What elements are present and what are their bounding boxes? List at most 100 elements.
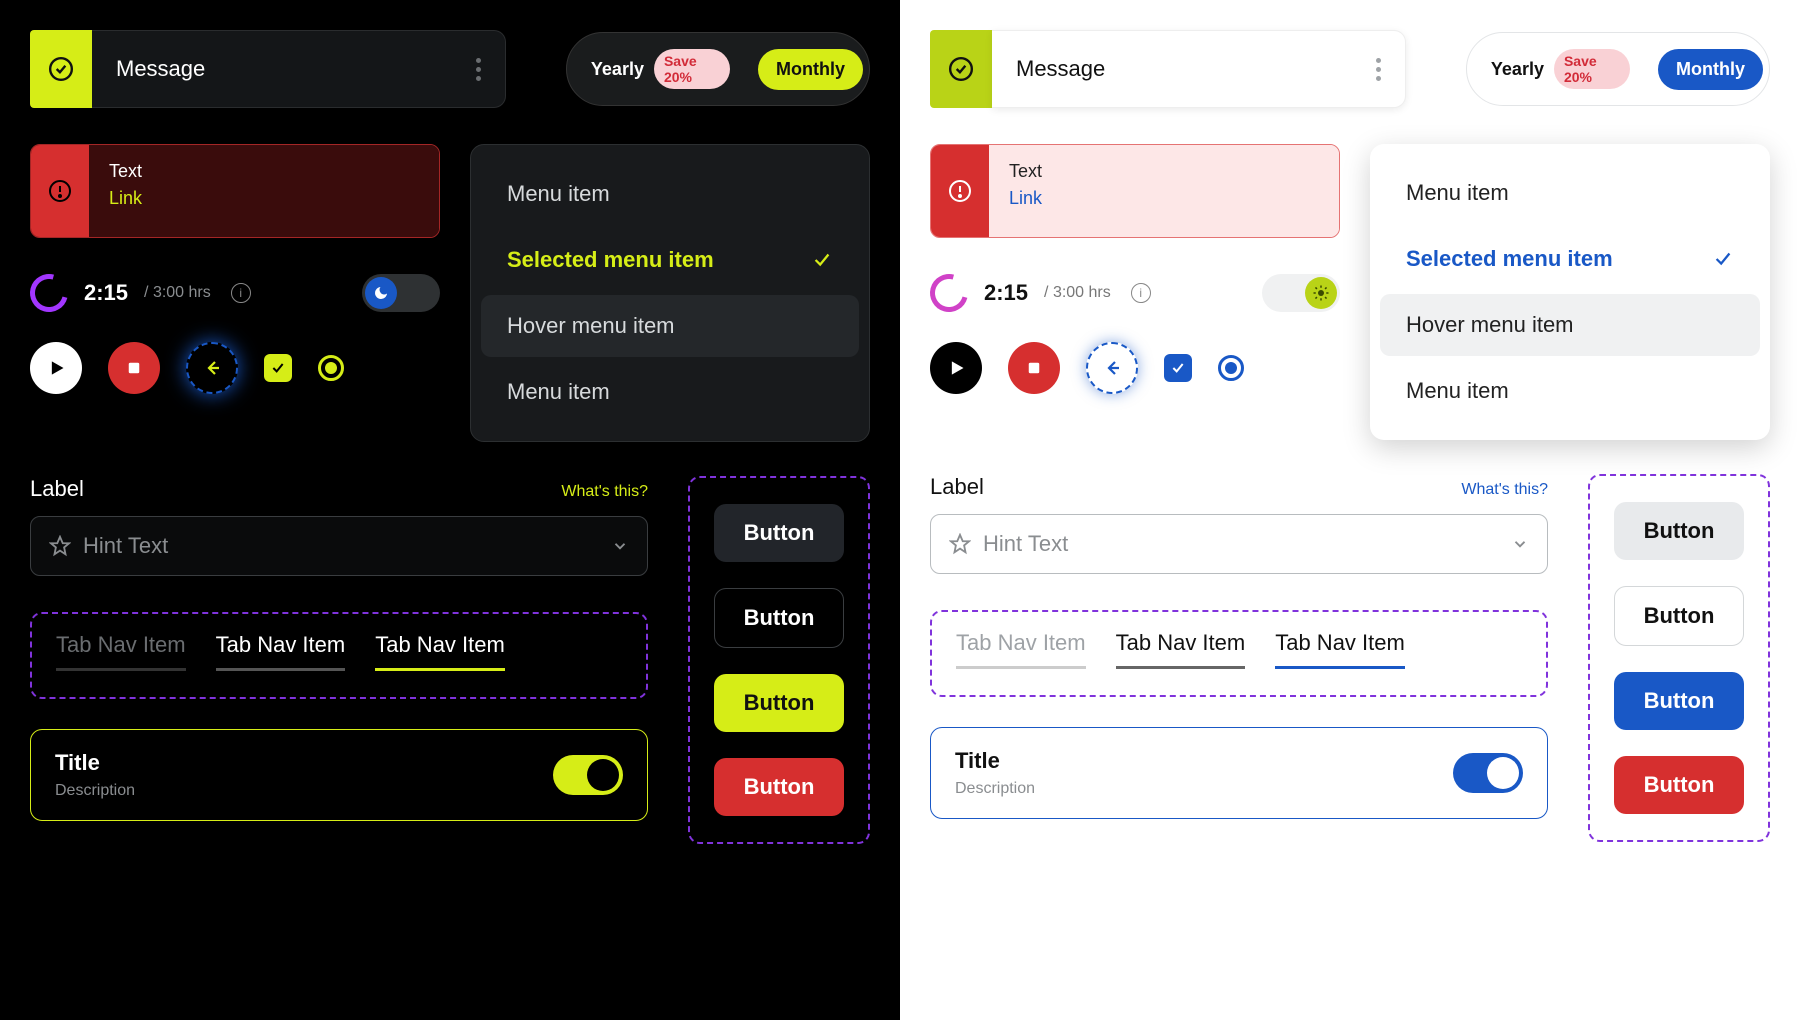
tab-item[interactable]: Tab Nav Item xyxy=(1116,630,1246,669)
billing-yearly-option[interactable]: Yearly Save 20% xyxy=(1473,39,1648,99)
timer-total: / 3:00 hrs xyxy=(1044,284,1111,302)
menu-item-label: Menu item xyxy=(1406,378,1509,404)
stop-button[interactable] xyxy=(108,342,160,394)
radio-selected[interactable] xyxy=(1218,355,1244,381)
button-danger[interactable]: Button xyxy=(1614,756,1744,814)
kebab-menu-icon[interactable] xyxy=(476,58,481,81)
menu-item-label: Hover menu item xyxy=(1406,312,1574,338)
alert-circle-icon xyxy=(31,145,89,237)
tab-item[interactable]: Tab Nav Item xyxy=(56,632,186,671)
alert-circle-icon xyxy=(931,145,989,237)
message-label: Message xyxy=(116,56,205,82)
placeholder-text: Hint Text xyxy=(983,531,1068,557)
play-button[interactable] xyxy=(930,342,982,394)
sun-icon xyxy=(1305,277,1337,309)
kebab-menu-icon[interactable] xyxy=(1376,58,1381,81)
star-icon xyxy=(49,535,71,557)
menu-item-hover[interactable]: Hover menu item xyxy=(481,295,859,357)
monthly-label: Monthly xyxy=(776,59,845,80)
yearly-label: Yearly xyxy=(591,59,644,80)
billing-toggle: Yearly Save 20% Monthly xyxy=(1466,32,1770,106)
progress-spinner-icon xyxy=(23,267,75,319)
yearly-label: Yearly xyxy=(1491,59,1544,80)
hint-link[interactable]: What's this? xyxy=(1461,481,1548,499)
menu-item-label: Menu item xyxy=(507,181,610,207)
button-secondary[interactable]: Button xyxy=(1614,502,1744,560)
select-input[interactable]: Hint Text xyxy=(930,514,1548,574)
radio-selected[interactable] xyxy=(318,355,344,381)
menu-item[interactable]: Menu item xyxy=(481,163,859,225)
hint-link[interactable]: What's this? xyxy=(561,483,648,501)
play-button[interactable] xyxy=(30,342,82,394)
button-outline[interactable]: Button xyxy=(714,588,844,648)
monthly-label: Monthly xyxy=(1676,59,1745,80)
button-variants-group: Button Button Button Button xyxy=(1588,474,1770,842)
field-label: Label xyxy=(30,476,84,502)
dropdown-menu: Menu item Selected menu item Hover menu … xyxy=(470,144,870,442)
tab-item-active[interactable]: Tab Nav Item xyxy=(375,632,505,671)
toggle-on[interactable] xyxy=(553,755,623,795)
timer-elapsed: 2:15 xyxy=(84,280,128,306)
message-label: Message xyxy=(1016,56,1105,82)
info-icon[interactable]: i xyxy=(1131,283,1151,303)
alert-text: Text xyxy=(109,161,419,182)
menu-item-label: Menu item xyxy=(507,379,610,405)
billing-toggle: Yearly Save 20% Monthly xyxy=(566,32,870,106)
info-icon[interactable]: i xyxy=(231,283,251,303)
tab-nav: Tab Nav Item Tab Nav Item Tab Nav Item xyxy=(30,612,648,699)
menu-item-selected[interactable]: Selected menu item xyxy=(481,229,859,291)
menu-item-label: Selected menu item xyxy=(1406,246,1613,272)
menu-item-label: Hover menu item xyxy=(507,313,675,339)
error-alert: Text Link xyxy=(30,144,440,238)
button-primary[interactable]: Button xyxy=(1614,672,1744,730)
save-badge: Save 20% xyxy=(1554,49,1630,89)
button-variants-group: Button Button Button Button xyxy=(688,476,870,844)
button-primary[interactable]: Button xyxy=(714,674,844,732)
error-alert: Text Link xyxy=(930,144,1340,238)
timer-elapsed: 2:15 xyxy=(984,280,1028,306)
checkbox-checked[interactable] xyxy=(1164,354,1192,382)
card-title: Title xyxy=(55,750,135,776)
select-input[interactable]: Hint Text xyxy=(30,516,648,576)
billing-monthly-option[interactable]: Monthly xyxy=(1658,49,1763,90)
checkbox-checked[interactable] xyxy=(264,354,292,382)
button-danger[interactable]: Button xyxy=(714,758,844,816)
card-description: Description xyxy=(955,780,1035,798)
stop-button[interactable] xyxy=(1008,342,1060,394)
button-outline[interactable]: Button xyxy=(1614,586,1744,646)
billing-yearly-option[interactable]: Yearly Save 20% xyxy=(573,39,748,99)
check-circle-icon xyxy=(30,30,92,108)
message-bar: Message xyxy=(30,30,506,108)
menu-item[interactable]: Menu item xyxy=(1380,162,1760,224)
dropdown-menu: Menu item Selected menu item Hover menu … xyxy=(1370,144,1770,440)
menu-item-label: Selected menu item xyxy=(507,247,714,273)
save-badge: Save 20% xyxy=(654,49,730,89)
settings-card: Title Description xyxy=(30,729,648,821)
menu-item[interactable]: Menu item xyxy=(1380,360,1760,422)
menu-item-label: Menu item xyxy=(1406,180,1509,206)
button-secondary[interactable]: Button xyxy=(714,504,844,562)
card-title: Title xyxy=(955,748,1035,774)
back-button[interactable] xyxy=(1086,342,1138,394)
menu-item[interactable]: Menu item xyxy=(481,361,859,423)
moon-icon xyxy=(365,277,397,309)
alert-text: Text xyxy=(1009,161,1319,182)
toggle-on[interactable] xyxy=(1453,753,1523,793)
theme-toggle[interactable] xyxy=(1262,274,1340,312)
billing-monthly-option[interactable]: Monthly xyxy=(758,49,863,90)
alert-link[interactable]: Link xyxy=(1009,188,1319,209)
check-icon xyxy=(811,249,833,271)
menu-item-hover[interactable]: Hover menu item xyxy=(1380,294,1760,356)
alert-link[interactable]: Link xyxy=(109,188,419,209)
back-button[interactable] xyxy=(186,342,238,394)
theme-toggle[interactable] xyxy=(362,274,440,312)
progress-spinner-icon xyxy=(923,267,975,319)
check-circle-icon xyxy=(930,30,992,108)
menu-item-selected[interactable]: Selected menu item xyxy=(1380,228,1760,290)
check-icon xyxy=(1712,248,1734,270)
tab-item[interactable]: Tab Nav Item xyxy=(956,630,1086,669)
tab-item-active[interactable]: Tab Nav Item xyxy=(1275,630,1405,669)
tab-item[interactable]: Tab Nav Item xyxy=(216,632,346,671)
message-bar: Message xyxy=(930,30,1406,108)
chevron-down-icon xyxy=(611,537,629,555)
